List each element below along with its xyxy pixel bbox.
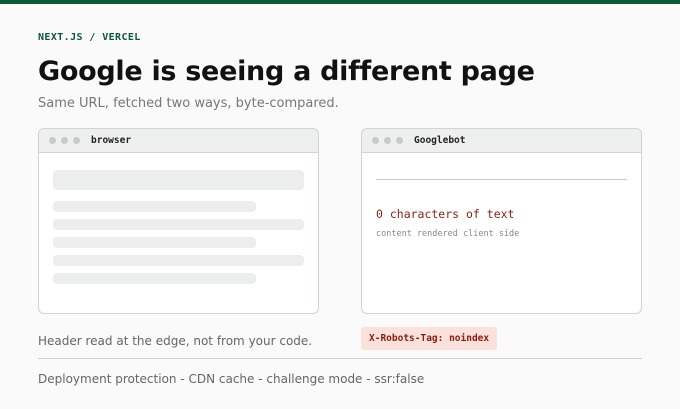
empty-content-divider (376, 179, 627, 180)
window-dot-icon (384, 137, 391, 144)
skeleton-header-block (53, 170, 304, 190)
footer-causes: Deployment protection - CDN cache - chal… (38, 372, 425, 386)
top-accent-bar (0, 0, 680, 4)
browser-window: browser (38, 128, 319, 314)
skeleton-line (53, 219, 304, 230)
googlebot-window-label: Googlebot (414, 135, 466, 146)
character-count-text: 0 characters of text (376, 207, 515, 221)
page-title: Google is seeing a different page (38, 56, 535, 87)
googlebot-window: Googlebot 0 characters of text content r… (361, 128, 642, 314)
edge-caption: Header read at the edge, not from your c… (38, 334, 313, 348)
robots-tag-badge: X-Robots-Tag: noindex (361, 327, 498, 350)
window-dot-icon (61, 137, 68, 144)
window-dot-icon (49, 137, 56, 144)
eyebrow-label: NEXT.JS / VERCEL (38, 32, 141, 43)
window-dot-icon (396, 137, 403, 144)
googlebot-window-titlebar: Googlebot (362, 129, 641, 153)
window-dot-icon (372, 137, 379, 144)
browser-window-label: browser (91, 135, 132, 146)
browser-window-titlebar: browser (39, 129, 318, 153)
skeleton-line (53, 273, 256, 284)
skeleton-line (53, 237, 256, 248)
render-note-text: content rendered client side (376, 229, 520, 239)
skeleton-line (53, 255, 304, 266)
footer-divider (38, 358, 642, 359)
page-subtitle: Same URL, fetched two ways, byte-compare… (38, 96, 339, 111)
window-dot-icon (73, 137, 80, 144)
skeleton-line (53, 201, 256, 212)
